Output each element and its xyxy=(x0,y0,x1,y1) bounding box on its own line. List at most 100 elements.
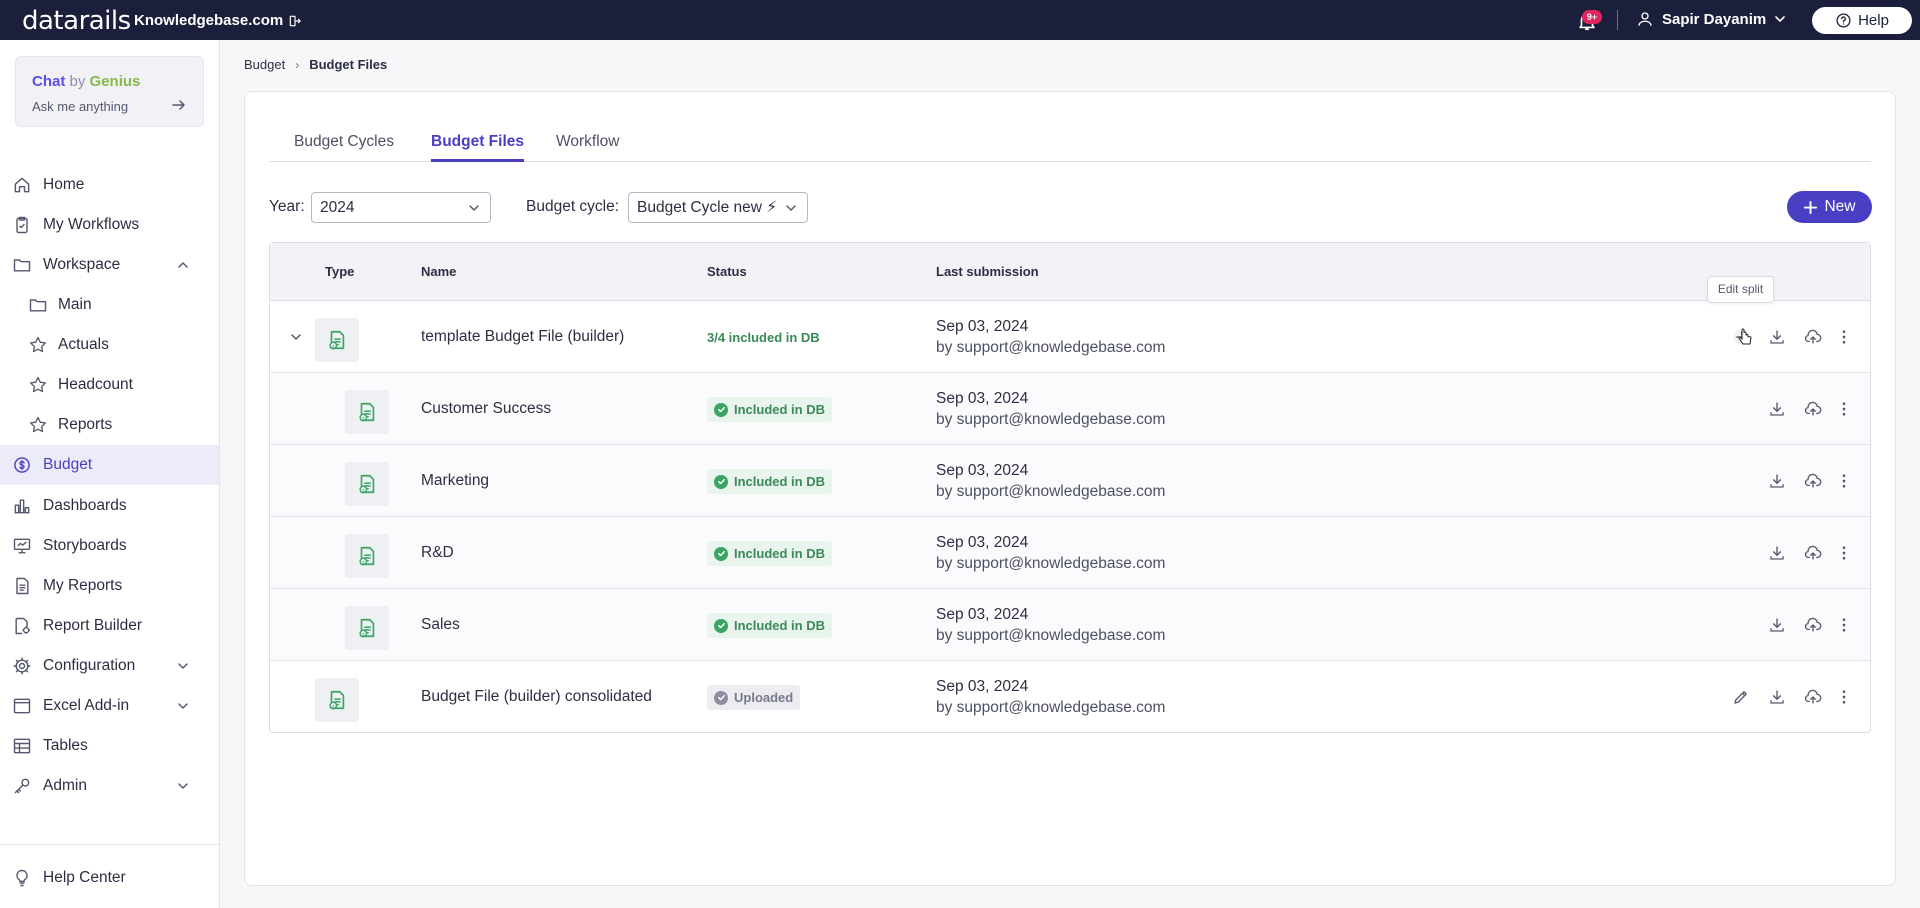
sidebar-item-budget[interactable]: Budget xyxy=(0,445,219,485)
window-icon xyxy=(12,696,32,716)
submission-by: by support@knowledgebase.com xyxy=(936,411,1166,428)
file-name[interactable]: R&D xyxy=(421,544,454,562)
sidebar-item-storyboards[interactable]: Storyboards xyxy=(0,526,219,566)
help-icon xyxy=(1836,13,1851,28)
help-button[interactable]: Help xyxy=(1812,7,1912,34)
sidebar-item-label: My Workflows xyxy=(43,216,140,233)
sidebar-item-reports[interactable]: Reports xyxy=(0,405,219,445)
tab-budget-files[interactable]: Budget Files xyxy=(431,133,525,162)
more-options-icon[interactable] xyxy=(1834,399,1854,419)
sidebar-item-label: Reports xyxy=(58,416,113,433)
more-options-icon[interactable] xyxy=(1834,327,1854,347)
column-header-name[interactable]: Name xyxy=(421,264,456,279)
status-text: 3/4 included in DB xyxy=(707,330,820,345)
arrow-right-icon[interactable] xyxy=(171,97,187,113)
hand-cursor-icon xyxy=(1738,328,1752,345)
download-icon[interactable] xyxy=(1767,687,1787,707)
user-menu[interactable]: Sapir Dayanim xyxy=(1636,10,1786,28)
upload-icon[interactable] xyxy=(1803,399,1823,419)
tab-bar: Budget Cycles Budget Files Workflow xyxy=(269,130,1871,162)
table-row[interactable]: Sales Included in DB Sep 03, 2024 by sup… xyxy=(270,589,1870,661)
table-row[interactable]: Customer Success Included in DB Sep 03, … xyxy=(270,373,1870,445)
download-icon[interactable] xyxy=(1767,327,1787,347)
sidebar-item-tables[interactable]: Tables xyxy=(0,726,219,766)
chevron-down-icon[interactable] xyxy=(290,331,302,343)
company-switcher[interactable]: Knowledgebase.com xyxy=(134,12,302,29)
upload-icon[interactable] xyxy=(1803,543,1823,563)
file-name[interactable]: template Budget File (builder) xyxy=(421,328,624,346)
upload-icon[interactable] xyxy=(1803,615,1823,635)
chevron-down-icon[interactable] xyxy=(177,660,189,672)
submission-date: Sep 03, 2024 xyxy=(936,534,1029,551)
sidebar-item-actuals[interactable]: Actuals xyxy=(0,325,219,365)
switch-icon xyxy=(289,15,302,26)
chat-title-chat: Chat xyxy=(32,73,66,90)
file-name[interactable]: Customer Success xyxy=(421,400,551,418)
download-icon[interactable] xyxy=(1767,399,1787,419)
more-options-icon[interactable] xyxy=(1834,687,1854,707)
column-header-type[interactable]: Type xyxy=(325,264,354,279)
chevron-up-icon[interactable] xyxy=(177,259,189,271)
sidebar-item-report-builder[interactable]: Report Builder xyxy=(0,606,219,646)
top-bar: datarails Knowledgebase.com 9+ Sapir Day… xyxy=(0,0,1920,40)
chat-title-genius: Genius xyxy=(89,73,141,90)
sidebar-item-main[interactable]: Main xyxy=(0,285,219,325)
sidebar-item-dashboards[interactable]: Dashboards xyxy=(0,486,219,526)
sidebar-item-admin[interactable]: Admin xyxy=(0,766,219,806)
file-name[interactable]: Budget File (builder) consolidated xyxy=(421,688,652,706)
table-row[interactable]: Marketing Included in DB Sep 03, 2024 by… xyxy=(270,445,1870,517)
tab-budget-cycles[interactable]: Budget Cycles xyxy=(294,133,394,159)
year-select[interactable]: 2024 xyxy=(311,192,491,223)
breadcrumb-budget[interactable]: Budget xyxy=(244,57,285,72)
sidebar-item-excel-add-in[interactable]: Excel Add-in xyxy=(0,686,219,726)
chevron-down-icon[interactable] xyxy=(177,780,189,792)
chevron-down-icon[interactable] xyxy=(177,700,189,712)
more-options-icon[interactable] xyxy=(1834,471,1854,491)
more-options-icon[interactable] xyxy=(1834,615,1854,635)
sidebar-item-help-center[interactable]: Help Center xyxy=(0,858,219,898)
sidebar-item-workspace[interactable]: Workspace xyxy=(0,245,219,285)
sidebar-item-label: Admin xyxy=(43,777,87,794)
file-name[interactable]: Marketing xyxy=(421,472,489,490)
download-icon[interactable] xyxy=(1767,543,1787,563)
file-name[interactable]: Sales xyxy=(421,616,460,634)
download-icon[interactable] xyxy=(1767,471,1787,491)
edit-split-tooltip: Edit split xyxy=(1707,276,1774,303)
upload-icon[interactable] xyxy=(1803,327,1823,347)
submission-date: Sep 03, 2024 xyxy=(936,606,1029,623)
budget-cycle-select[interactable]: Budget Cycle new ⚡ xyxy=(628,192,808,223)
sidebar-item-my-reports[interactable]: My Reports xyxy=(0,566,219,606)
column-header-last-submission[interactable]: Last submission xyxy=(936,264,1039,279)
sidebar-item-label: My Reports xyxy=(43,577,123,594)
upload-icon[interactable] xyxy=(1803,471,1823,491)
column-header-status[interactable]: Status xyxy=(707,264,747,279)
datarails-logo[interactable]: datarails xyxy=(22,6,131,36)
status-label: Included in DB xyxy=(734,402,825,417)
chat-title-by: by xyxy=(69,73,86,90)
chat-genius-box[interactable]: Chat by Genius Ask me anything xyxy=(15,56,204,127)
table-row[interactable]: Budget File (builder) consolidated Uploa… xyxy=(270,661,1870,733)
sidebar-item-home[interactable]: Home xyxy=(0,165,219,205)
table-row[interactable]: R&D Included in DB Sep 03, 2024 by suppo… xyxy=(270,517,1870,589)
status-badge: Included in DB xyxy=(707,613,832,638)
upload-icon[interactable] xyxy=(1803,687,1823,707)
lightbulb-icon xyxy=(12,868,32,888)
status-label: Uploaded xyxy=(734,690,794,705)
sidebar-item-label: Main xyxy=(58,296,92,313)
folder-icon xyxy=(12,255,32,275)
budget-file-icon xyxy=(315,678,359,722)
more-options-icon[interactable] xyxy=(1834,543,1854,563)
sidebar-item-label: Help Center xyxy=(43,869,126,886)
submission-by: by support@knowledgebase.com xyxy=(936,555,1166,572)
tab-workflow[interactable]: Workflow xyxy=(556,133,619,159)
sidebar-item-headcount[interactable]: Headcount xyxy=(0,365,219,405)
submission-by: by support@knowledgebase.com xyxy=(936,699,1166,716)
pencil-icon[interactable] xyxy=(1731,687,1751,707)
new-button[interactable]: New xyxy=(1787,191,1872,223)
table-row[interactable]: template Budget File (builder) 3/4 inclu… xyxy=(270,301,1870,373)
download-icon[interactable] xyxy=(1767,615,1787,635)
sidebar-item-configuration[interactable]: Configuration xyxy=(0,646,219,686)
star-icon xyxy=(28,415,48,435)
sidebar-item-my-workflows[interactable]: My Workflows xyxy=(0,205,219,245)
chevron-down-icon xyxy=(1775,16,1786,22)
